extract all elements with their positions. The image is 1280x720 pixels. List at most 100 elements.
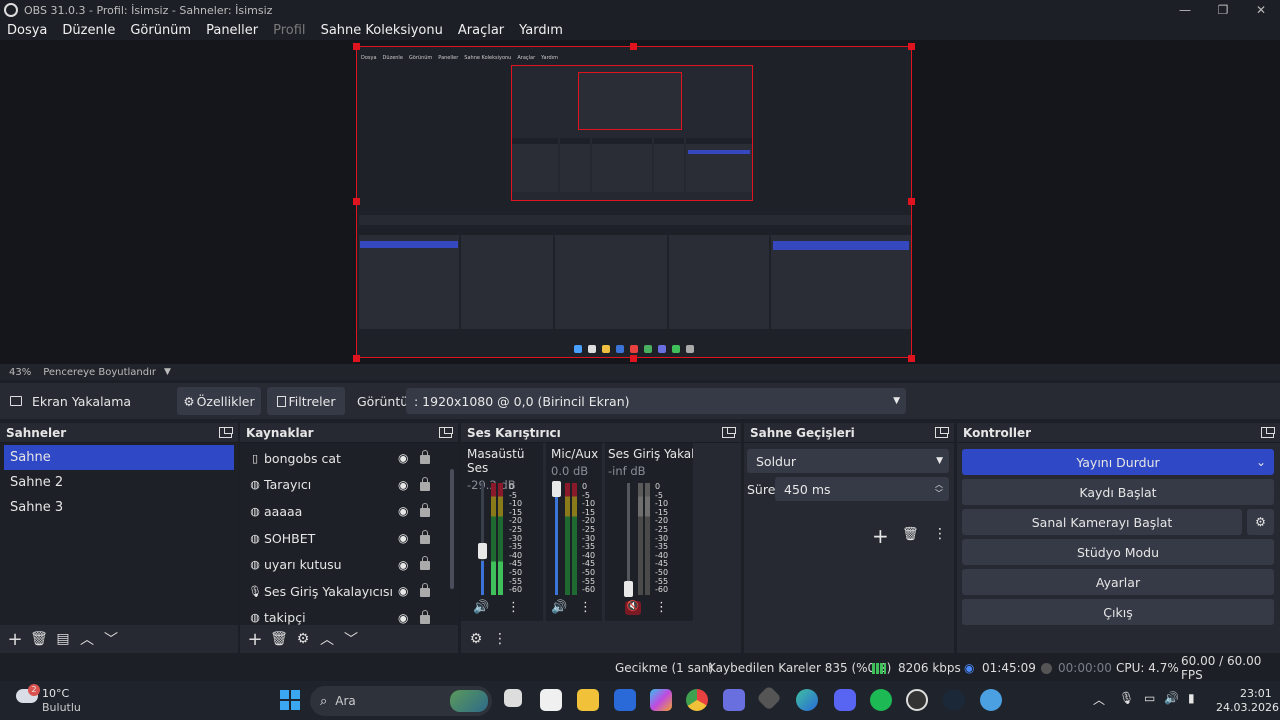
add-icon[interactable]: +: [872, 524, 889, 548]
teams-icon[interactable]: [723, 689, 745, 711]
resize-handle[interactable]: [353, 43, 360, 50]
resize-handle[interactable]: [353, 355, 360, 362]
scrollbar[interactable]: [450, 469, 454, 589]
trash-icon[interactable]: 🗑: [28, 629, 50, 649]
properties-button[interactable]: ⚙ Özellikler: [177, 387, 261, 415]
lock-icon[interactable]: [420, 582, 430, 597]
start-recording-button[interactable]: Kaydı Başlat: [962, 479, 1274, 505]
resize-handle[interactable]: [908, 43, 915, 50]
scene-item[interactable]: Sahne: [4, 445, 234, 470]
resize-handle[interactable]: [908, 355, 915, 362]
eye-icon[interactable]: ◉: [398, 478, 408, 492]
more-options-icon[interactable]: ⋮: [579, 600, 592, 615]
volume-slider[interactable]: [627, 483, 630, 595]
volume-slider[interactable]: [555, 483, 558, 595]
app-icon[interactable]: [756, 685, 782, 711]
lock-icon[interactable]: [420, 529, 430, 544]
obs-taskbar-icon[interactable]: [906, 689, 928, 711]
undock-icon[interactable]: [722, 427, 736, 438]
undock-icon[interactable]: [219, 427, 233, 438]
start-windows-icon[interactable]: [280, 690, 300, 710]
close-icon[interactable]: ✕: [1242, 0, 1280, 20]
task-view-icon[interactable]: [504, 689, 522, 707]
weather-desc[interactable]: Bulutlu: [42, 701, 81, 714]
lock-icon[interactable]: [420, 476, 430, 491]
eye-icon[interactable]: ◉: [398, 504, 408, 518]
volume-icon[interactable]: 🔊: [1164, 691, 1179, 705]
volume-slider[interactable]: [481, 483, 484, 595]
eye-icon[interactable]: ◉: [398, 584, 408, 598]
more-options-icon[interactable]: ⋮: [655, 600, 668, 615]
tray-chevron-up-icon[interactable]: ︿: [1093, 691, 1105, 708]
source-item[interactable]: ◍ Tarayıcı ◉: [240, 472, 458, 499]
eye-icon[interactable]: ◉: [398, 558, 408, 572]
edge-icon[interactable]: [796, 689, 818, 711]
display-select[interactable]: : 1920x1080 @ 0,0 (Birincil Ekran) ▼: [406, 388, 906, 414]
lock-icon[interactable]: [420, 609, 430, 624]
weather-temp[interactable]: 10°C: [42, 687, 69, 700]
more-options-icon[interactable]: ⋮: [933, 526, 947, 542]
exit-button[interactable]: Çıkış: [962, 599, 1274, 625]
lock-icon[interactable]: [420, 503, 430, 518]
speaker-icon[interactable]: 🔊: [551, 600, 567, 615]
store-icon[interactable]: [540, 689, 562, 711]
studio-mode-button[interactable]: Stüdyo Modu: [962, 539, 1274, 565]
battery-icon[interactable]: ▮: [1188, 691, 1195, 705]
move-up-icon[interactable]: ︿: [76, 629, 98, 649]
chrome-icon[interactable]: [686, 689, 708, 711]
chevron-down-icon[interactable]: ▼: [164, 367, 171, 377]
more-options-icon[interactable]: ⋮: [489, 629, 511, 649]
preview-canvas[interactable]: Dosya Düzenle Görünüm Paneller Sahne Koleksi…: [356, 46, 912, 358]
lock-icon[interactable]: [420, 450, 430, 464]
spin-arrows-icon[interactable]: ︿ ﹀: [935, 480, 943, 498]
start-virtual-camera-button[interactable]: Sanal Kamerayı Başlat: [962, 509, 1242, 535]
network-icon[interactable]: ▭: [1144, 691, 1155, 705]
lock-icon[interactable]: [420, 556, 430, 571]
source-item[interactable]: ◍ SOHBET ◉: [240, 525, 458, 552]
scene-item[interactable]: Sahne 3: [4, 495, 234, 520]
menu-araclar[interactable]: Araçlar: [451, 23, 512, 38]
resize-handle[interactable]: [908, 198, 915, 205]
undock-icon[interactable]: [439, 427, 453, 438]
duration-spinbox[interactable]: 450 ms ︿ ﹀: [775, 477, 949, 501]
source-item[interactable]: ◍ uyarı kutusu ◉: [240, 551, 458, 578]
source-item[interactable]: ▯ bongobs cat ◉: [240, 445, 458, 472]
taskbar-search[interactable]: ⌕ Ara: [310, 686, 492, 716]
clock-time[interactable]: 23:01: [1240, 687, 1272, 700]
app-icon[interactable]: [980, 689, 1002, 711]
muted-speaker-icon[interactable]: 🔇: [625, 601, 641, 615]
virtual-camera-settings-button[interactable]: ⚙: [1247, 509, 1274, 535]
menu-paneller[interactable]: Paneller: [199, 23, 266, 38]
chevron-down-icon[interactable]: ⌄: [1256, 455, 1266, 469]
resize-handle[interactable]: [630, 355, 637, 362]
filter-icon[interactable]: ▤: [52, 629, 74, 649]
resize-handle[interactable]: [353, 198, 360, 205]
volume-slider-knob[interactable]: [478, 543, 487, 559]
discord-icon[interactable]: [834, 689, 856, 711]
file-explorer-icon[interactable]: [577, 689, 599, 711]
move-down-icon[interactable]: ﹀: [100, 629, 122, 649]
mixer-settings-icon[interactable]: ⚙: [465, 629, 487, 649]
source-item[interactable]: ◍ aaaaa ◉: [240, 498, 458, 525]
trash-icon[interactable]: 🗑: [902, 527, 919, 542]
eye-icon[interactable]: ◉: [398, 531, 408, 545]
clock-date[interactable]: 24.03.2026: [1216, 701, 1279, 714]
move-up-icon[interactable]: ︿: [316, 629, 338, 649]
copilot-icon[interactable]: [650, 689, 672, 711]
more-options-icon[interactable]: ⋮: [507, 600, 520, 615]
scene-item[interactable]: Sahne 2: [4, 470, 234, 495]
add-icon[interactable]: +: [4, 629, 26, 650]
app-icon[interactable]: [614, 689, 636, 711]
steam-icon[interactable]: [943, 689, 965, 711]
add-icon[interactable]: +: [244, 629, 266, 650]
eye-icon[interactable]: ◉: [398, 451, 408, 465]
eye-icon[interactable]: ◉: [398, 611, 408, 625]
move-down-icon[interactable]: ﹀: [340, 629, 362, 649]
resize-handle[interactable]: [630, 43, 637, 50]
stop-streaming-button[interactable]: Yayını Durdur ⌄: [962, 449, 1274, 475]
volume-slider-knob[interactable]: [552, 481, 561, 497]
maximize-icon[interactable]: ❐: [1204, 0, 1242, 20]
filters-button[interactable]: Filtreler: [267, 387, 345, 415]
settings-button[interactable]: Ayarlar: [962, 569, 1274, 595]
menu-sahne-koleksiyonu[interactable]: Sahne Koleksiyonu: [314, 23, 451, 38]
